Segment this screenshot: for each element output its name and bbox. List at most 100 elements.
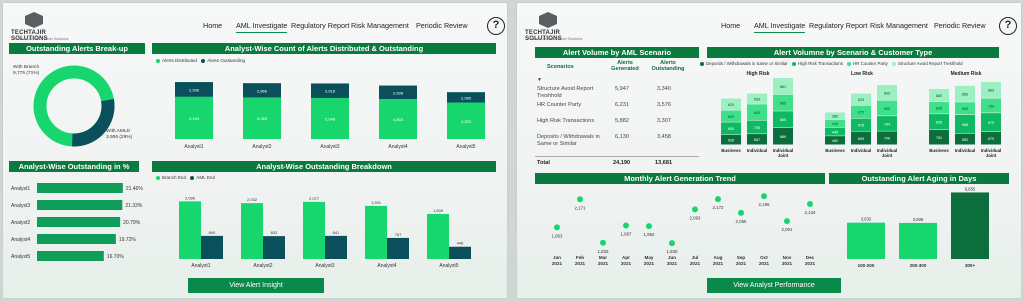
x-tick-label: Joint xyxy=(882,153,893,158)
col-generated[interactable]: Alerts Generated xyxy=(607,60,643,72)
segment-label: 567 xyxy=(754,138,760,142)
x-tick-label: Analyst5 xyxy=(456,144,475,150)
point-label: 2,171 xyxy=(575,205,587,210)
dist-chart-title: Analyst-Wise Count of Alerts Distributed… xyxy=(152,43,496,54)
x-tick-year: 2021 xyxy=(575,261,586,266)
pct-chart-title: Analyst-Wise Outstanding in % xyxy=(9,161,139,172)
pct-bar xyxy=(37,200,123,210)
segment-label: 889 xyxy=(780,135,786,139)
table-row[interactable]: HR Counter Party 6,231 3,576 xyxy=(535,102,699,118)
dashboard-panel-scenario: TECHTAJIR SOLUTIONS Professional Tech Pa… xyxy=(516,2,1022,299)
nav-risk-management[interactable]: Risk Management xyxy=(870,21,928,30)
trend-point xyxy=(784,218,790,225)
x-tick-label: Analyst2 xyxy=(252,144,271,150)
table-row[interactable]: Deposits / Withdrawals in Same or Simila… xyxy=(535,134,699,150)
col-outstanding[interactable]: Alerts Outstanding xyxy=(647,60,689,72)
nav-periodic-review[interactable]: Periodic Review xyxy=(934,21,986,30)
bar-branch-end xyxy=(241,203,263,259)
point-label: 2,001 xyxy=(782,227,794,232)
legend-aml-end: AML End xyxy=(196,175,216,180)
aml-end-label: 446 xyxy=(457,241,464,246)
trend-point xyxy=(738,209,744,216)
row-scenario: Deposits / Withdrawals in Same or Simila… xyxy=(537,134,600,147)
legend-high-risk-txn: High Risk Transactions xyxy=(797,61,843,66)
col-scenarios[interactable]: Scenarios xyxy=(547,64,574,70)
segment-label: 679 xyxy=(988,137,994,141)
company-logo: TECHTAJIR SOLUTIONS Professional Tech Pa… xyxy=(11,12,71,42)
x-tick-label: Individual xyxy=(747,148,768,153)
segment-label: 699 xyxy=(858,137,864,141)
point-label: 2,065 xyxy=(736,219,748,224)
bar-outstanding-label: 2,936 xyxy=(189,87,200,92)
nav-aml-investigate[interactable]: AML Investigate xyxy=(236,21,288,33)
x-tick-label: Analyst3 xyxy=(315,263,334,269)
x-tick-year: 2021 xyxy=(621,261,632,266)
bar-branch-end xyxy=(179,201,201,259)
x-tick-month: Feb xyxy=(576,255,584,260)
x-tick-month: Aug xyxy=(714,255,723,260)
view-alert-insight-button[interactable]: View Alert Insight xyxy=(188,278,324,293)
pct-label: 21.46% xyxy=(126,186,144,192)
help-icon[interactable]: ? xyxy=(999,17,1017,35)
table-total-row: Total 24,190 13,681 xyxy=(535,156,699,166)
view-analyst-performance-button[interactable]: View Analyst Performance xyxy=(707,278,841,293)
trend-point xyxy=(807,201,813,208)
legend-branch-end: Branch End xyxy=(162,175,187,180)
x-tick-label: Analyst2 xyxy=(253,263,272,269)
segment-label: 620 xyxy=(728,115,734,119)
aging-bar xyxy=(951,192,989,259)
row-outstanding: 3,340 xyxy=(657,86,671,92)
y-tick-label: Analyst5 xyxy=(11,254,30,260)
help-icon[interactable]: ? xyxy=(487,17,505,35)
trend-point xyxy=(646,223,652,230)
x-tick-year: 2021 xyxy=(667,261,678,266)
x-tick-label: Individual xyxy=(955,148,976,153)
x-tick-label: Analyst4 xyxy=(388,144,407,150)
pct-label: 19.72% xyxy=(119,237,137,243)
aml-end-label: 841 xyxy=(333,230,340,235)
x-tick-month: Sep xyxy=(737,255,746,260)
table-row[interactable]: High Risk Transactions 5,882 3,307 xyxy=(535,118,699,134)
segment-label: 623 xyxy=(858,98,864,102)
trend-point xyxy=(577,196,583,203)
x-tick-label: Joint xyxy=(778,153,789,158)
pct-bar xyxy=(37,183,123,193)
row-scenario: Structure Avoid Report Treshhold xyxy=(537,86,594,99)
company-logo: TECHTAJIR SOLUTIONS Professional Tech Pa… xyxy=(525,12,585,42)
bar-branch-end xyxy=(365,205,387,259)
row-generated: 6,130 xyxy=(615,134,629,140)
segment-label: 826 xyxy=(936,121,942,125)
logo-mark-icon xyxy=(539,12,557,28)
x-tick-month: Apr xyxy=(622,255,630,260)
bar-branch-end xyxy=(303,201,325,259)
nav-home[interactable]: Home xyxy=(721,21,740,30)
x-tick-label: Analyst1 xyxy=(191,263,210,269)
nav-periodic-review[interactable]: Periodic Review xyxy=(416,21,468,30)
x-tick-label: Analyst3 xyxy=(320,144,339,150)
trend-chart: 1,953Jan20212,171Feb20211,833Mar20211,96… xyxy=(552,193,816,266)
dist-legend: Alerts Distributed Alerts Outstanding xyxy=(153,58,245,63)
sort-icon[interactable]: ▼ xyxy=(537,77,542,83)
x-tick-month: Jul xyxy=(692,255,699,260)
trend-point xyxy=(600,239,606,246)
segment-label: 809 xyxy=(884,91,890,95)
breakdown-legend: Branch End AML End xyxy=(153,175,215,180)
logo-tagline: Professional Tech Partner Solutions xyxy=(13,37,69,41)
y-tick-label: Analyst3 xyxy=(11,203,30,209)
logo-tagline: Professional Tech Partner Solutions xyxy=(527,37,583,41)
nav-aml-investigate[interactable]: AML Investigate xyxy=(754,21,806,33)
x-tick-label: Analyst5 xyxy=(439,263,458,269)
pct-label: 20.79% xyxy=(123,220,141,226)
nav-regulatory-report[interactable]: Regulatory Report xyxy=(809,21,867,30)
table-row[interactable]: Structure Avoid Report Treshhold 5,947 3,3… xyxy=(535,86,699,102)
nav-regulatory-report[interactable]: Regulatory Report xyxy=(291,21,349,30)
group-label: Medium Risk xyxy=(951,71,982,77)
nav-home[interactable]: Home xyxy=(203,21,222,30)
x-tick-month: Nov xyxy=(783,255,792,260)
aml-end-label: 840 xyxy=(209,230,216,235)
donut-branch-value: 9,775 (71%) xyxy=(13,71,40,76)
x-tick-label: Analyst1 xyxy=(184,144,203,150)
y-tick-label: Analyst1 xyxy=(11,186,30,192)
nav-risk-management[interactable]: Risk Management xyxy=(351,21,409,30)
point-label: 2,196 xyxy=(759,202,771,207)
